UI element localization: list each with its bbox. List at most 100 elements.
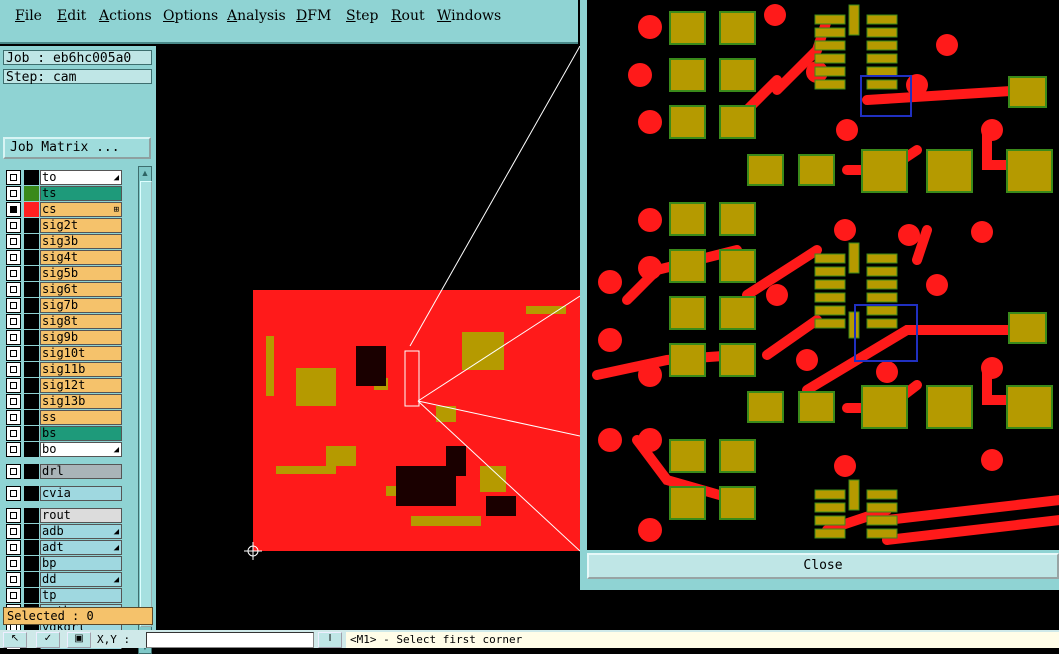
layer-row-adt[interactable]: adt ◢: [6, 540, 124, 555]
layer-name[interactable]: sig4t: [40, 250, 122, 265]
layer-checkbox[interactable]: [6, 394, 21, 409]
layer-name[interactable]: sig8t: [40, 314, 122, 329]
layer-name[interactable]: bo ◢: [40, 442, 122, 457]
layer-color-swatch[interactable]: [24, 250, 39, 265]
layer-checkbox[interactable]: [6, 524, 21, 539]
layer-checkbox[interactable]: [6, 426, 21, 441]
layer-color-swatch[interactable]: [24, 234, 39, 249]
menu-actions[interactable]: Actions: [99, 8, 152, 24]
layer-checkbox[interactable]: [6, 170, 21, 185]
layer-checkbox[interactable]: [6, 266, 21, 281]
layer-checkbox[interactable]: [6, 508, 21, 523]
layer-color-swatch[interactable]: [24, 442, 39, 457]
layer-row-ss[interactable]: ss: [6, 410, 124, 425]
layer-color-swatch[interactable]: [24, 282, 39, 297]
layer-row-cs[interactable]: cs ⊞: [6, 202, 124, 217]
layer-row-tp[interactable]: tp: [6, 588, 124, 603]
layer-checkbox[interactable]: [6, 588, 21, 603]
layer-checkbox[interactable]: [6, 202, 21, 217]
layer-checkbox[interactable]: [6, 298, 21, 313]
menu-windows[interactable]: Windows: [437, 8, 501, 24]
layer-color-swatch[interactable]: [24, 266, 39, 281]
layer-checkbox[interactable]: [6, 464, 21, 479]
layer-row-ts[interactable]: ts: [6, 186, 124, 201]
layer-row-sig9b[interactable]: sig9b: [6, 330, 124, 345]
layer-name[interactable]: sig10t: [40, 346, 122, 361]
layer-row-sig2t[interactable]: sig2t: [6, 218, 124, 233]
layer-name[interactable]: tp: [40, 588, 122, 603]
layer-name[interactable]: sig11b: [40, 362, 122, 377]
layer-name[interactable]: sig7b: [40, 298, 122, 313]
layer-color-swatch[interactable]: [24, 202, 39, 217]
layer-checkbox[interactable]: [6, 378, 21, 393]
layer-color-swatch[interactable]: [24, 378, 39, 393]
menu-options[interactable]: Options: [163, 8, 218, 24]
layer-row-bs[interactable]: bs: [6, 426, 124, 441]
layer-name[interactable]: sig13b: [40, 394, 122, 409]
layer-name[interactable]: ss: [40, 410, 122, 425]
layer-checkbox[interactable]: [6, 218, 21, 233]
layer-name[interactable]: adt ◢: [40, 540, 122, 555]
check-icon[interactable]: ✓: [36, 632, 60, 648]
layer-row-sig7b[interactable]: sig7b: [6, 298, 124, 313]
layer-name[interactable]: sig5b: [40, 266, 122, 281]
layer-name[interactable]: adb ◢: [40, 524, 122, 539]
close-button[interactable]: Close: [587, 553, 1059, 579]
layer-name[interactable]: cvia: [40, 486, 122, 501]
layer-color-swatch[interactable]: [24, 426, 39, 441]
layer-row-sig11b[interactable]: sig11b: [6, 362, 124, 377]
layer-color-swatch[interactable]: [24, 170, 39, 185]
layer-name[interactable]: rout: [40, 508, 122, 523]
layer-checkbox[interactable]: [6, 540, 21, 555]
job-matrix-button[interactable]: Job Matrix ...: [3, 137, 151, 159]
layer-color-swatch[interactable]: [24, 410, 39, 425]
layer-color-swatch[interactable]: [24, 346, 39, 361]
layer-color-swatch[interactable]: [24, 524, 39, 539]
layer-name[interactable]: to ◢: [40, 170, 122, 185]
layer-row-bo[interactable]: bo ◢: [6, 442, 124, 457]
info-icon[interactable]: I: [318, 632, 342, 648]
layer-color-swatch[interactable]: [24, 464, 39, 479]
menu-edit[interactable]: Edit: [57, 8, 86, 24]
layer-name[interactable]: ts: [40, 186, 122, 201]
xy-input[interactable]: [146, 632, 314, 648]
layer-row-rout[interactable]: rout: [6, 508, 124, 523]
layer-checkbox[interactable]: [6, 314, 21, 329]
menu-rout[interactable]: Rout: [391, 8, 425, 24]
layer-color-swatch[interactable]: [24, 394, 39, 409]
layer-row-sig13b[interactable]: sig13b: [6, 394, 124, 409]
layer-color-swatch[interactable]: [24, 540, 39, 555]
layer-checkbox[interactable]: [6, 410, 21, 425]
layer-checkbox[interactable]: [6, 330, 21, 345]
menu-dfm[interactable]: DFM: [296, 8, 331, 24]
layer-color-swatch[interactable]: [24, 218, 39, 233]
layer-row-sig12t[interactable]: sig12t: [6, 378, 124, 393]
layer-checkbox[interactable]: [6, 186, 21, 201]
layer-color-swatch[interactable]: [24, 314, 39, 329]
layer-color-swatch[interactable]: [24, 330, 39, 345]
layer-color-swatch[interactable]: [24, 572, 39, 587]
layer-name[interactable]: bp: [40, 556, 122, 571]
scroll-up-arrow-icon[interactable]: ▲: [139, 167, 151, 179]
layer-row-sig4t[interactable]: sig4t: [6, 250, 124, 265]
layer-color-swatch[interactable]: [24, 362, 39, 377]
window-icon[interactable]: ▣: [67, 632, 91, 648]
layer-name[interactable]: cs ⊞: [40, 202, 122, 217]
layer-checkbox[interactable]: [6, 486, 21, 501]
layer-name[interactable]: sig6t: [40, 282, 122, 297]
layer-row-adb[interactable]: adb ◢: [6, 524, 124, 539]
menu-file[interactable]: File: [15, 8, 42, 24]
layer-row-bp[interactable]: bp: [6, 556, 124, 571]
layer-checkbox[interactable]: [6, 442, 21, 457]
layer-name[interactable]: sig12t: [40, 378, 122, 393]
layer-checkbox[interactable]: [6, 282, 21, 297]
layer-checkbox[interactable]: [6, 362, 21, 377]
layer-list-scrollbar[interactable]: ▲ ▼: [138, 166, 152, 654]
layer-color-swatch[interactable]: [24, 486, 39, 501]
layer-color-swatch[interactable]: [24, 186, 39, 201]
layer-row-sig6t[interactable]: sig6t: [6, 282, 124, 297]
layer-checkbox[interactable]: [6, 572, 21, 587]
layer-color-swatch[interactable]: [24, 298, 39, 313]
layer-color-swatch[interactable]: [24, 588, 39, 603]
scrollbar-thumb[interactable]: [140, 181, 152, 627]
